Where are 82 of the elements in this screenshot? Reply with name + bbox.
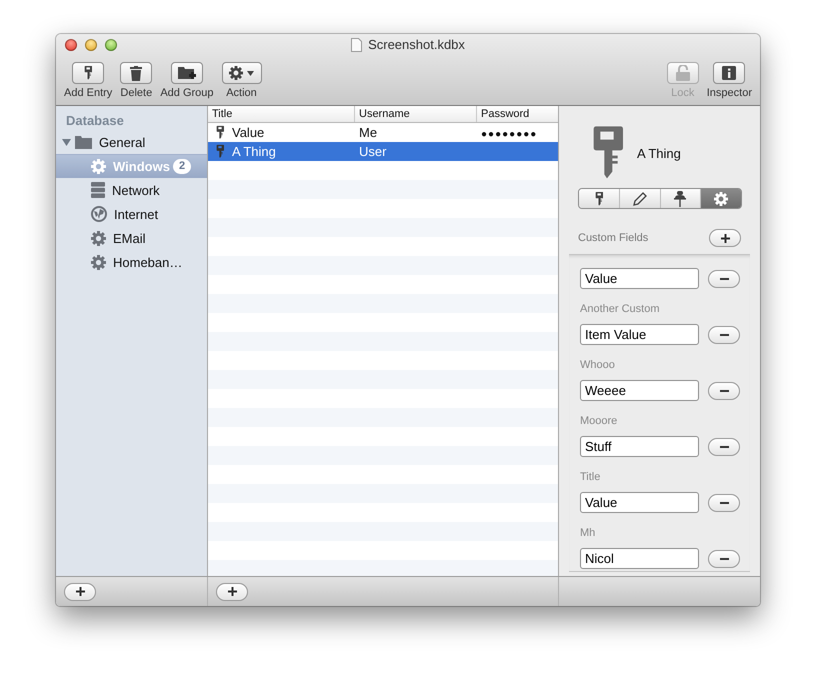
gear-icon [229,66,244,80]
server-icon [91,182,105,198]
column-header[interactable]: Password [477,106,558,122]
folder-plus-icon [178,66,196,80]
minus-icon [720,446,728,448]
column-header[interactable]: Username [355,106,477,122]
remove-field-button[interactable] [708,326,740,344]
input-field[interactable]: Value [580,268,699,289]
trash-icon [130,66,142,80]
zoom-button[interactable] [105,39,117,51]
table-cell: ●●●●●●●● [481,129,538,140]
sidebar-heading: Database [65,112,125,130]
sidebar-item[interactable]: Windows 2 [56,154,207,178]
table-cell: Me [359,125,378,140]
input-field[interactable]: Value [580,492,699,513]
pin-icon [674,190,686,206]
minus-icon [720,502,728,504]
remove-field-button[interactable] [708,270,740,288]
window-title: Screenshot.kdbx [368,37,465,52]
add-group-button[interactable] [64,582,96,600]
field-label: Mooore [580,415,618,427]
plus-icon [76,587,84,596]
remove-field-button[interactable] [708,382,740,400]
field-label: Another Custom [580,303,660,315]
segment-tab[interactable] [620,189,660,208]
count-badge: 2 [172,159,192,174]
table-cell: User [359,144,386,159]
key-icon [216,144,224,159]
input-field[interactable]: Weeee [580,380,699,401]
section-heading: Custom Fields [578,232,648,244]
minimize-button[interactable] [85,39,97,51]
minus-icon [720,334,728,336]
table-cell: Value [232,125,264,140]
field-label: Whooo [580,359,615,371]
field-label: Title [580,471,600,483]
toolbar-button[interactable]: Add Group [160,62,214,99]
field-label: Mh [580,527,596,539]
input-field[interactable]: Stuff [580,436,699,457]
sidebar-item[interactable]: Homeban… [56,250,207,274]
remove-field-button[interactable] [708,550,740,568]
input-field[interactable]: Nicol [580,548,699,569]
globe-icon [91,206,107,222]
minus-icon [720,390,728,392]
table-row[interactable]: Value Me ●●●●●●●● [208,123,558,142]
add-entry-button[interactable] [216,582,248,600]
entry-title: A Thing [637,146,681,160]
gear-icon [91,230,106,246]
toolbar-button[interactable]: Inspector [706,62,752,99]
table-row[interactable]: A Thing User [208,142,558,161]
minus-icon [720,278,728,280]
minus-icon [720,558,728,560]
sidebar-item[interactable]: General [56,130,207,154]
disclosure-triangle-icon[interactable] [62,138,71,146]
plus-icon [228,587,236,596]
gear-icon [91,254,106,270]
sidebar-item[interactable]: EMail [56,226,207,250]
gear-icon [91,159,106,174]
lock-icon [676,65,690,81]
column-header[interactable]: Title [208,106,355,122]
gear-icon [714,192,728,206]
segment-tab[interactable] [579,189,620,208]
remove-field-button[interactable] [708,494,740,512]
key-icon [216,125,224,140]
remove-field-button[interactable] [708,438,740,456]
document-icon [351,38,362,52]
segment-tab[interactable] [660,189,702,208]
segment-tab[interactable] [701,189,741,208]
input-field[interactable]: Item Value [580,324,699,345]
add-field-button[interactable] [709,229,741,247]
key-icon [84,66,92,80]
info-icon [722,66,736,80]
sidebar-item[interactable]: Internet [56,202,207,226]
key-icon [591,125,623,181]
toolbar-button[interactable]: Add Entry [64,62,112,99]
table-cell: A Thing [232,144,276,159]
caret-icon [247,70,254,76]
sidebar-item[interactable]: Network [56,178,207,202]
close-button[interactable] [65,39,77,51]
key-icon [594,192,604,206]
plus-icon [720,234,730,242]
folder-icon [75,135,92,149]
pencil-icon [632,192,647,206]
